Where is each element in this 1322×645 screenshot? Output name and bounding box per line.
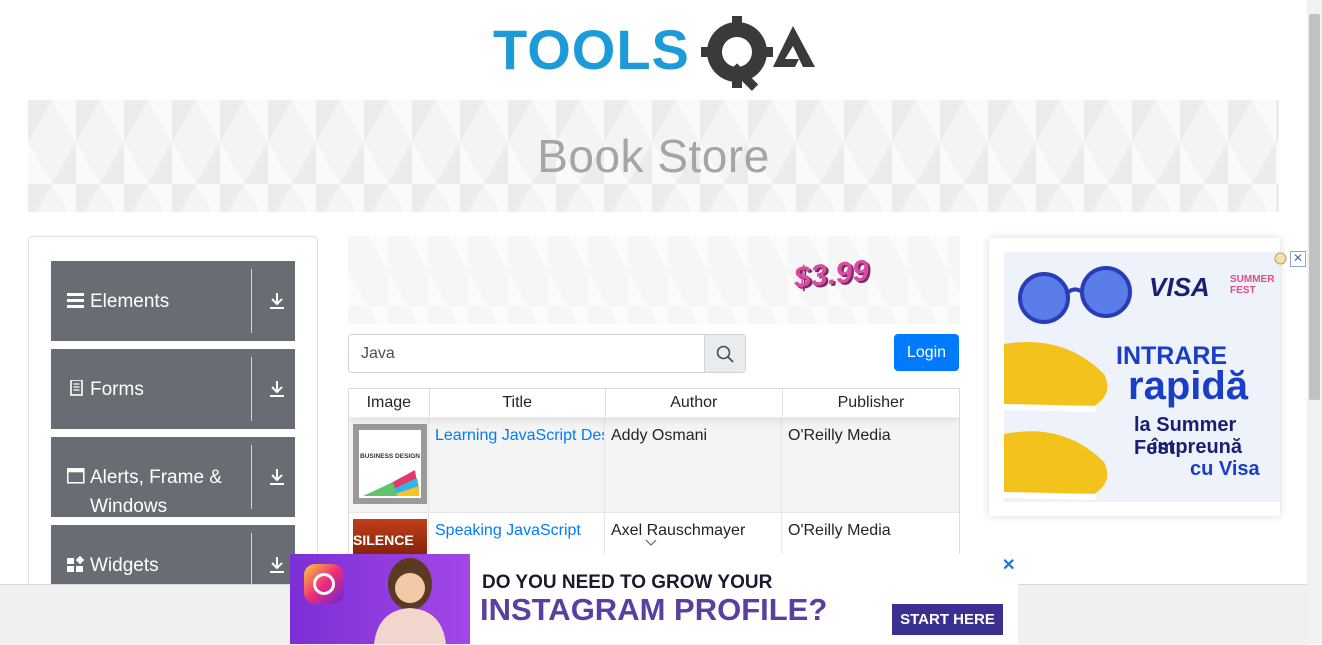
download-icon[interactable]: [267, 379, 287, 399]
group-divider: [251, 357, 252, 421]
column-header[interactable]: Image: [349, 389, 430, 417]
ad-image-panel: [290, 554, 470, 644]
ad-headline: DO YOU NEED TO GROW YOUR: [482, 572, 773, 593]
left-panel: Elements Forms Alerts, Frame & Windows W…: [28, 236, 318, 618]
group-divider: [251, 445, 252, 509]
ad-text: împreună: [1152, 436, 1243, 458]
sidebar-group-forms[interactable]: Forms: [51, 349, 295, 429]
table-header: Image Title Author Publisher: [349, 389, 959, 417]
chevron-down-icon: [645, 539, 657, 546]
author-cell: Axel Rauschmayer: [605, 513, 782, 559]
page-title: Book Store: [537, 130, 770, 182]
group-divider: [251, 269, 252, 333]
page-scrollbar[interactable]: [1307, 0, 1322, 644]
title-cell: Learning JavaScript Design Patterns: [429, 418, 605, 512]
cover-art: BUSINESS DESIGN: [360, 453, 420, 496]
download-icon[interactable]: [267, 467, 287, 487]
image-cell: BUSINESS DESIGN: [349, 418, 429, 512]
person-image: [374, 558, 446, 644]
publisher-cell: O'Reilly Media: [788, 427, 891, 444]
start-here-button[interactable]: START HERE: [892, 604, 1003, 635]
search-button[interactable]: [704, 335, 745, 372]
svg-text:TOOLS: TOOLS: [493, 18, 690, 81]
widgets-icon: [67, 556, 85, 572]
search-input[interactable]: [349, 335, 704, 372]
sidebar-group-label: Elements: [90, 291, 170, 312]
visa-logo: VISA: [1149, 272, 1210, 302]
book-title-link[interactable]: Speaking JavaScript: [435, 522, 581, 539]
sidebar-group-alerts[interactable]: Alerts, Frame & Windows: [51, 437, 295, 517]
close-icon[interactable]: ✕: [1290, 251, 1306, 267]
close-icon[interactable]: ✕: [1002, 555, 1015, 575]
download-icon[interactable]: [267, 555, 287, 575]
table-row: BUSINESS DESIGN Learning JavaScript Desi…: [349, 418, 959, 513]
ad-headline: INSTAGRAM PROFILE?: [480, 592, 828, 627]
login-button[interactable]: Login: [894, 334, 959, 371]
image-cell: SILENCE: [349, 513, 429, 559]
document-icon: [70, 380, 83, 396]
group-divider: [251, 533, 252, 585]
hamburger-icon: [67, 293, 84, 308]
sidebar-group-label: Forms: [90, 379, 144, 400]
search-icon: [716, 345, 734, 363]
sidebar-group-widgets[interactable]: Widgets: [51, 525, 295, 585]
sidebar-group-elements[interactable]: Elements: [51, 261, 295, 341]
ad-price: $3.99: [792, 254, 871, 295]
right-ad[interactable]: VISA SUMMER FEST INTRARE rapidă la Summe…: [989, 238, 1280, 516]
ad-text: cu Visa: [1190, 458, 1260, 480]
table-row: SILENCE Speaking JavaScript Axel Rauschm…: [349, 513, 959, 559]
book-title-link[interactable]: Learning JavaScript Design Patterns: [435, 427, 604, 444]
instagram-icon: [304, 564, 344, 604]
download-icon[interactable]: [267, 291, 287, 311]
ad-headline: rapidă: [1128, 364, 1249, 408]
window-icon: [67, 468, 85, 484]
page-banner: Book Store: [28, 100, 1279, 212]
top-ad-banner[interactable]: $3.99: [348, 236, 960, 324]
ad-creative[interactable]: VISA SUMMER FEST INTRARE rapidă la Summe…: [1004, 252, 1280, 502]
publisher-cell: O'Reilly Media: [788, 522, 891, 539]
sidebar-group-label: Alerts, Frame & Windows: [90, 467, 222, 517]
bottom-ad[interactable]: DO YOU NEED TO GROW YOUR INSTAGRAM PROFI…: [290, 554, 1018, 644]
toolsqa-logo[interactable]: TOOLS: [493, 14, 818, 92]
column-header[interactable]: Title: [430, 389, 606, 417]
author-cell: Addy Osmani: [605, 418, 782, 512]
search-box: [348, 334, 746, 373]
book-cover-image: SILENCE: [353, 519, 427, 559]
title-cell: Speaking JavaScript: [429, 513, 605, 559]
column-header[interactable]: Publisher: [783, 389, 959, 417]
sidebar-group-label: Widgets: [90, 555, 159, 576]
summer-fest-logo: SUMMER FEST: [1230, 274, 1275, 296]
sunglasses-image: [1018, 266, 1132, 324]
scrollbar-thumb[interactable]: [1309, 14, 1320, 400]
cover-title: BUSINESS DESIGN: [360, 453, 420, 460]
books-table: Image Title Author Publisher BUSINESS DE…: [348, 388, 960, 560]
adchoices-icon[interactable]: [1274, 252, 1287, 265]
logo-graphic: TOOLS: [493, 16, 815, 91]
sneakers-image: [1004, 342, 1108, 500]
column-header[interactable]: Author: [606, 389, 783, 417]
book-cover-image: BUSINESS DESIGN: [353, 424, 427, 504]
